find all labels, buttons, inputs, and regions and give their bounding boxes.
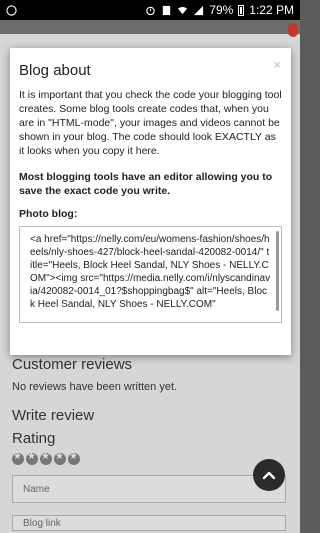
cart-badge[interactable] [288,23,298,37]
textarea-scrollbar[interactable] [276,231,279,311]
no-reviews-text: No reviews have been written yet. [12,381,178,393]
blog-link-input[interactable]: Blog link [12,515,286,531]
blog-link-placeholder: Blog link [23,517,61,529]
rating-label: Rating [12,430,56,447]
rating-stars[interactable] [12,451,288,465]
product-page: Customer reviews No reviews have been wr… [0,20,300,533]
status-bar: 79% 1:22 PM [0,0,300,20]
scroll-to-top-button[interactable] [253,459,285,491]
name-input[interactable]: Name [12,475,286,503]
modal-title: Blog about [19,62,91,79]
modal-description: It is important that you check the code … [19,89,282,157]
star-icon[interactable] [12,451,24,465]
star-icon[interactable] [68,451,80,465]
reviews-section: Customer reviews No reviews have been wr… [12,356,288,531]
star-icon[interactable] [40,451,52,465]
close-icon[interactable]: × [273,58,281,71]
name-placeholder: Name [23,483,50,495]
sim-icon [163,5,171,15]
signal-icon [194,5,204,15]
whatsapp-icon [6,4,17,16]
embed-code-textarea[interactable]: <a href="https://nelly.com/eu/womens-fas… [19,226,282,323]
wifi-icon [178,6,188,14]
modal-note: Most blogging tools have an editor allow… [19,171,273,197]
embed-code-text: <a href="https://nelly.com/eu/womens-fas… [30,234,271,310]
clock: 1:22 PM [249,3,294,17]
blog-about-modal: × Blog about It is important that you ch… [10,48,291,355]
star-icon[interactable] [26,451,38,465]
chevron-up-icon [262,471,276,480]
header-strip [0,20,300,34]
customer-reviews-heading: Customer reviews [12,356,133,373]
write-review-heading: Write review [12,407,95,424]
alarm-icon [146,6,155,15]
star-icon[interactable] [54,451,66,465]
battery-percentage: 79% [209,3,234,17]
photo-blog-label: Photo blog: [19,208,78,220]
battery-icon [238,4,245,16]
